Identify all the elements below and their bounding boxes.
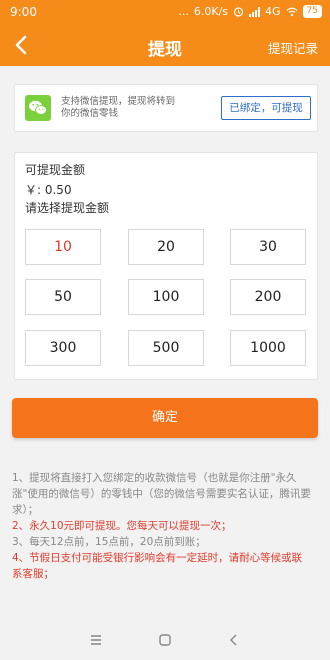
amount-card: 可提现金额 ￥: 0.50 请选择提现金额 10 20 30 50 100 20… [14,152,318,380]
nav-back-icon[interactable] [226,632,242,648]
note-1: 1、提现将直接打入您绑定的收款微信号（也就是你注册"永久涨"使用的微信号）的零钱… [12,472,311,516]
home-icon[interactable] [157,632,173,648]
amount-option-10[interactable]: 10 [25,229,101,265]
amount-option-200[interactable]: 200 [230,279,306,315]
available-amount-label: 可提现金额 [25,163,86,177]
note-3: 3、每天12点前，15点前，20点前到账； [12,536,206,548]
amount-option-500[interactable]: 500 [128,330,204,366]
select-amount-label: 请选择提现金额 [25,201,110,215]
note-2: 2、永久10元即可提现。您每天可以提现一次； [12,520,232,532]
status-right: ... 6.0K/s 4G 75 [178,5,322,18]
amount-option-50[interactable]: 50 [25,279,101,315]
wifi-icon [286,7,297,16]
wechat-description: 支持微信提现，提现将转到你的微信零钱 [61,96,176,119]
alarm-icon [233,7,244,17]
battery-icon: 75 [302,5,322,18]
amount-option-100[interactable]: 100 [128,279,204,315]
bound-status-button[interactable]: 已绑定，可提现 [221,96,311,120]
amount-option-30[interactable]: 30 [230,229,306,265]
status-time: 9:00 [10,5,37,19]
wechat-bind-card: 支持微信提现，提现将转到你的微信零钱 已绑定，可提现 [14,84,318,132]
note-4: 4、节假日支付可能受银行影响会有一定延时，请耐心等候或联系客服； [12,552,303,580]
withdraw-notes: 1、提现将直接打入您绑定的收款微信号（也就是你注册"永久涨"使用的微信号）的零钱… [12,470,312,582]
signal-icon [249,6,261,17]
menu-icon[interactable] [88,632,104,648]
app-bar: 提现 提现记录 [0,24,330,66]
confirm-button[interactable]: 确定 [12,398,318,438]
wechat-icon [25,95,51,121]
network-speed: 6.0K/s [193,5,229,18]
amount-option-20[interactable]: 20 [128,229,204,265]
balance-value: ￥: 0.50 [25,183,72,197]
amount-option-1000[interactable]: 1000 [230,330,306,366]
system-nav-bar [0,620,330,660]
amount-option-300[interactable]: 300 [25,330,101,366]
withdraw-record-link[interactable]: 提现记录 [268,38,318,57]
status-bar: 9:00 ... 6.0K/s 4G 75 [0,0,330,24]
network-type: 4G [265,5,281,18]
status-dots: ... [178,5,189,18]
